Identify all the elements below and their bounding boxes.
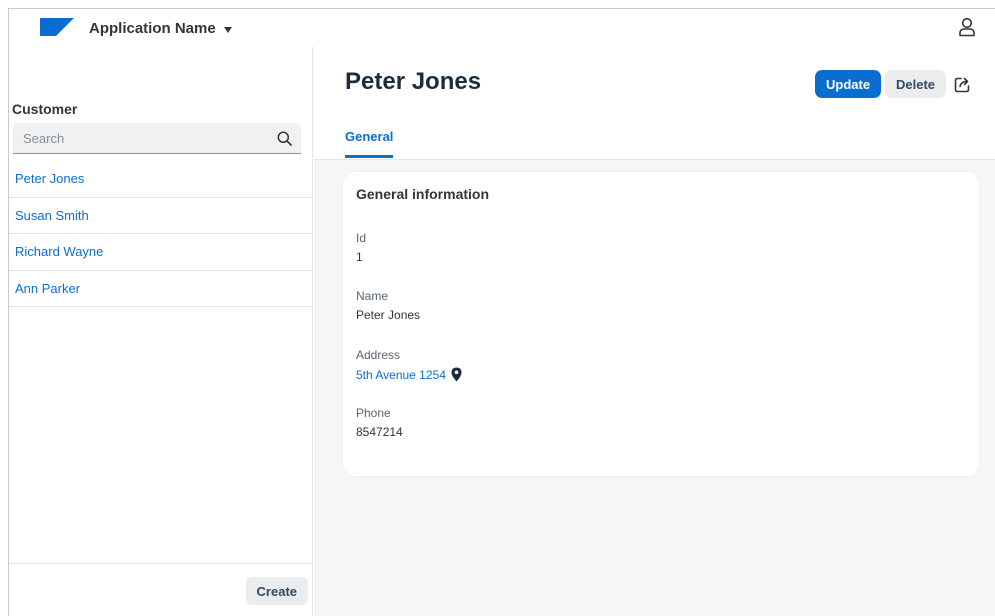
map-pin-icon[interactable] (451, 367, 462, 382)
list-item[interactable]: Ann Parker (9, 271, 313, 307)
create-button[interactable]: Create (245, 577, 308, 605)
app-title: Application Name (89, 20, 216, 37)
field-name: Name Peter Jones (356, 289, 420, 322)
app-frame: Application Name Customer Peter Jones Su… (8, 8, 995, 616)
detail-pane: Peter Jones Update Delete General Genera… (314, 47, 995, 616)
card-title: General information (356, 186, 490, 202)
shell-bar: Application Name (9, 9, 995, 47)
user-icon[interactable] (958, 17, 976, 37)
list-item[interactable]: Peter Jones (9, 161, 313, 198)
delete-button[interactable]: Delete (885, 70, 947, 98)
address-link[interactable]: 5th Avenue 1254 (356, 368, 446, 382)
share-icon[interactable] (954, 76, 971, 93)
tab-general[interactable]: General (345, 129, 394, 158)
field-label: Name (356, 289, 389, 303)
chevron-down-icon (223, 26, 232, 33)
field-label: Address (356, 348, 401, 362)
field-value: 1 (356, 250, 363, 264)
list-item[interactable]: Richard Wayne (9, 234, 313, 271)
search-field[interactable] (13, 123, 301, 154)
field-label: Id (356, 231, 367, 245)
page-title: Peter Jones (345, 68, 482, 95)
address-row: 5th Avenue 1254 (356, 367, 462, 382)
field-id: Id 1 (356, 231, 366, 264)
field-address: Address 5th Avenue 1254 (356, 348, 462, 382)
update-button[interactable]: Update (815, 70, 882, 98)
search-icon[interactable] (277, 131, 292, 146)
field-value: 8547214 (356, 425, 403, 439)
search-input[interactable] (13, 123, 268, 153)
master-footer: Create (9, 563, 313, 616)
field-label: Phone (356, 406, 391, 420)
master-pane: Customer Peter Jones Susan Smith Richard… (9, 47, 313, 616)
list-item[interactable]: Susan Smith (9, 198, 313, 234)
company-logo[interactable] (40, 18, 74, 36)
field-phone: Phone 8547214 (356, 406, 403, 439)
field-value: Peter Jones (356, 308, 421, 322)
general-information-card: General information Id 1 Name Peter Jone… (343, 172, 979, 476)
customer-list: Peter Jones Susan Smith Richard Wayne An… (9, 161, 313, 307)
master-title: Customer (12, 101, 78, 117)
detail-header: Peter Jones Update Delete General (314, 47, 995, 160)
app-title-menu[interactable]: Application Name (89, 20, 232, 37)
